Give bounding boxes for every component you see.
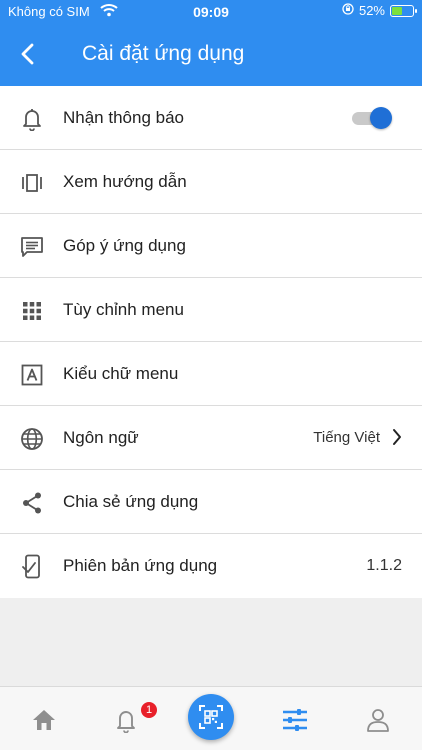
bell-icon: [19, 106, 45, 132]
app-header: Không có SIM 09:09 52% Cài đặt ứng dụng: [0, 0, 422, 86]
tab-home[interactable]: [27, 703, 61, 737]
settings-row-menu-font[interactable]: Kiểu chữ menu: [0, 342, 422, 406]
settings-row-language[interactable]: Ngôn ngữ Tiếng Việt: [0, 406, 422, 470]
settings-row-label: Ngôn ngữ: [63, 428, 139, 447]
qr-scan-button[interactable]: [188, 694, 234, 740]
tab-settings[interactable]: [278, 703, 312, 737]
settings-row-version: Phiên bản ứng dụng 1.1.2: [0, 534, 422, 598]
nav-bar: Cài đặt ứng dụng: [0, 24, 422, 86]
tab-notifications[interactable]: [109, 703, 143, 737]
font-icon: [19, 362, 45, 388]
message-icon: [19, 234, 45, 260]
back-button[interactable]: [10, 36, 46, 72]
version-value: 1.1.2: [366, 557, 402, 574]
settings-row-customize-menu[interactable]: Tùy chỉnh menu: [0, 278, 422, 342]
settings-row-label: Kiểu chữ menu: [63, 364, 179, 383]
chevron-left-icon: [21, 43, 34, 65]
grid-icon: [19, 298, 45, 324]
status-right: 52%: [342, 3, 417, 18]
settings-row-label: Phiên bản ứng dụng: [63, 556, 218, 575]
battery-percent: 52%: [358, 3, 385, 18]
bell-icon: [117, 711, 135, 733]
settings-row-label: Nhận thông báo: [63, 108, 184, 127]
toggle-knob: [370, 107, 392, 129]
tab-profile[interactable]: [361, 703, 395, 737]
settings-row-label: Chia sẻ ứng dụng: [63, 492, 199, 511]
settings-row-guide[interactable]: Xem hướng dẫn: [0, 150, 422, 214]
home-icon: [33, 710, 55, 730]
qr-scan-icon: [199, 705, 223, 729]
settings-sliders-icon: [283, 709, 307, 731]
settings-row-label: Góp ý ứng dụng: [63, 236, 186, 255]
settings-row-label: Xem hướng dẫn: [63, 172, 187, 191]
phone-check-icon: [19, 554, 45, 580]
orientation-lock-icon: [342, 3, 354, 18]
page-title: Cài đặt ứng dụng: [82, 42, 245, 65]
share-icon: [19, 490, 45, 516]
battery-level: [392, 6, 402, 15]
settings-row-feedback[interactable]: Góp ý ứng dụng: [0, 214, 422, 278]
carousel-icon: [19, 170, 45, 196]
chevron-right-icon: [392, 428, 402, 451]
status-bar: Không có SIM 09:09 52%: [0, 0, 422, 24]
notification-badge: 1: [141, 702, 157, 718]
language-value: Tiếng Việt: [313, 429, 380, 446]
settings-row-label: Tùy chỉnh menu: [63, 300, 184, 319]
battery-icon: [390, 4, 417, 17]
settings-row-share[interactable]: Chia sẻ ứng dụng: [0, 470, 422, 534]
globe-icon: [19, 426, 45, 452]
notifications-toggle[interactable]: [352, 107, 392, 129]
settings-row-notifications[interactable]: Nhận thông báo: [0, 86, 422, 150]
settings-list: Nhận thông báo Xem hướng dẫn Góp ý ứng d…: [0, 86, 422, 598]
user-icon: [367, 709, 389, 732]
